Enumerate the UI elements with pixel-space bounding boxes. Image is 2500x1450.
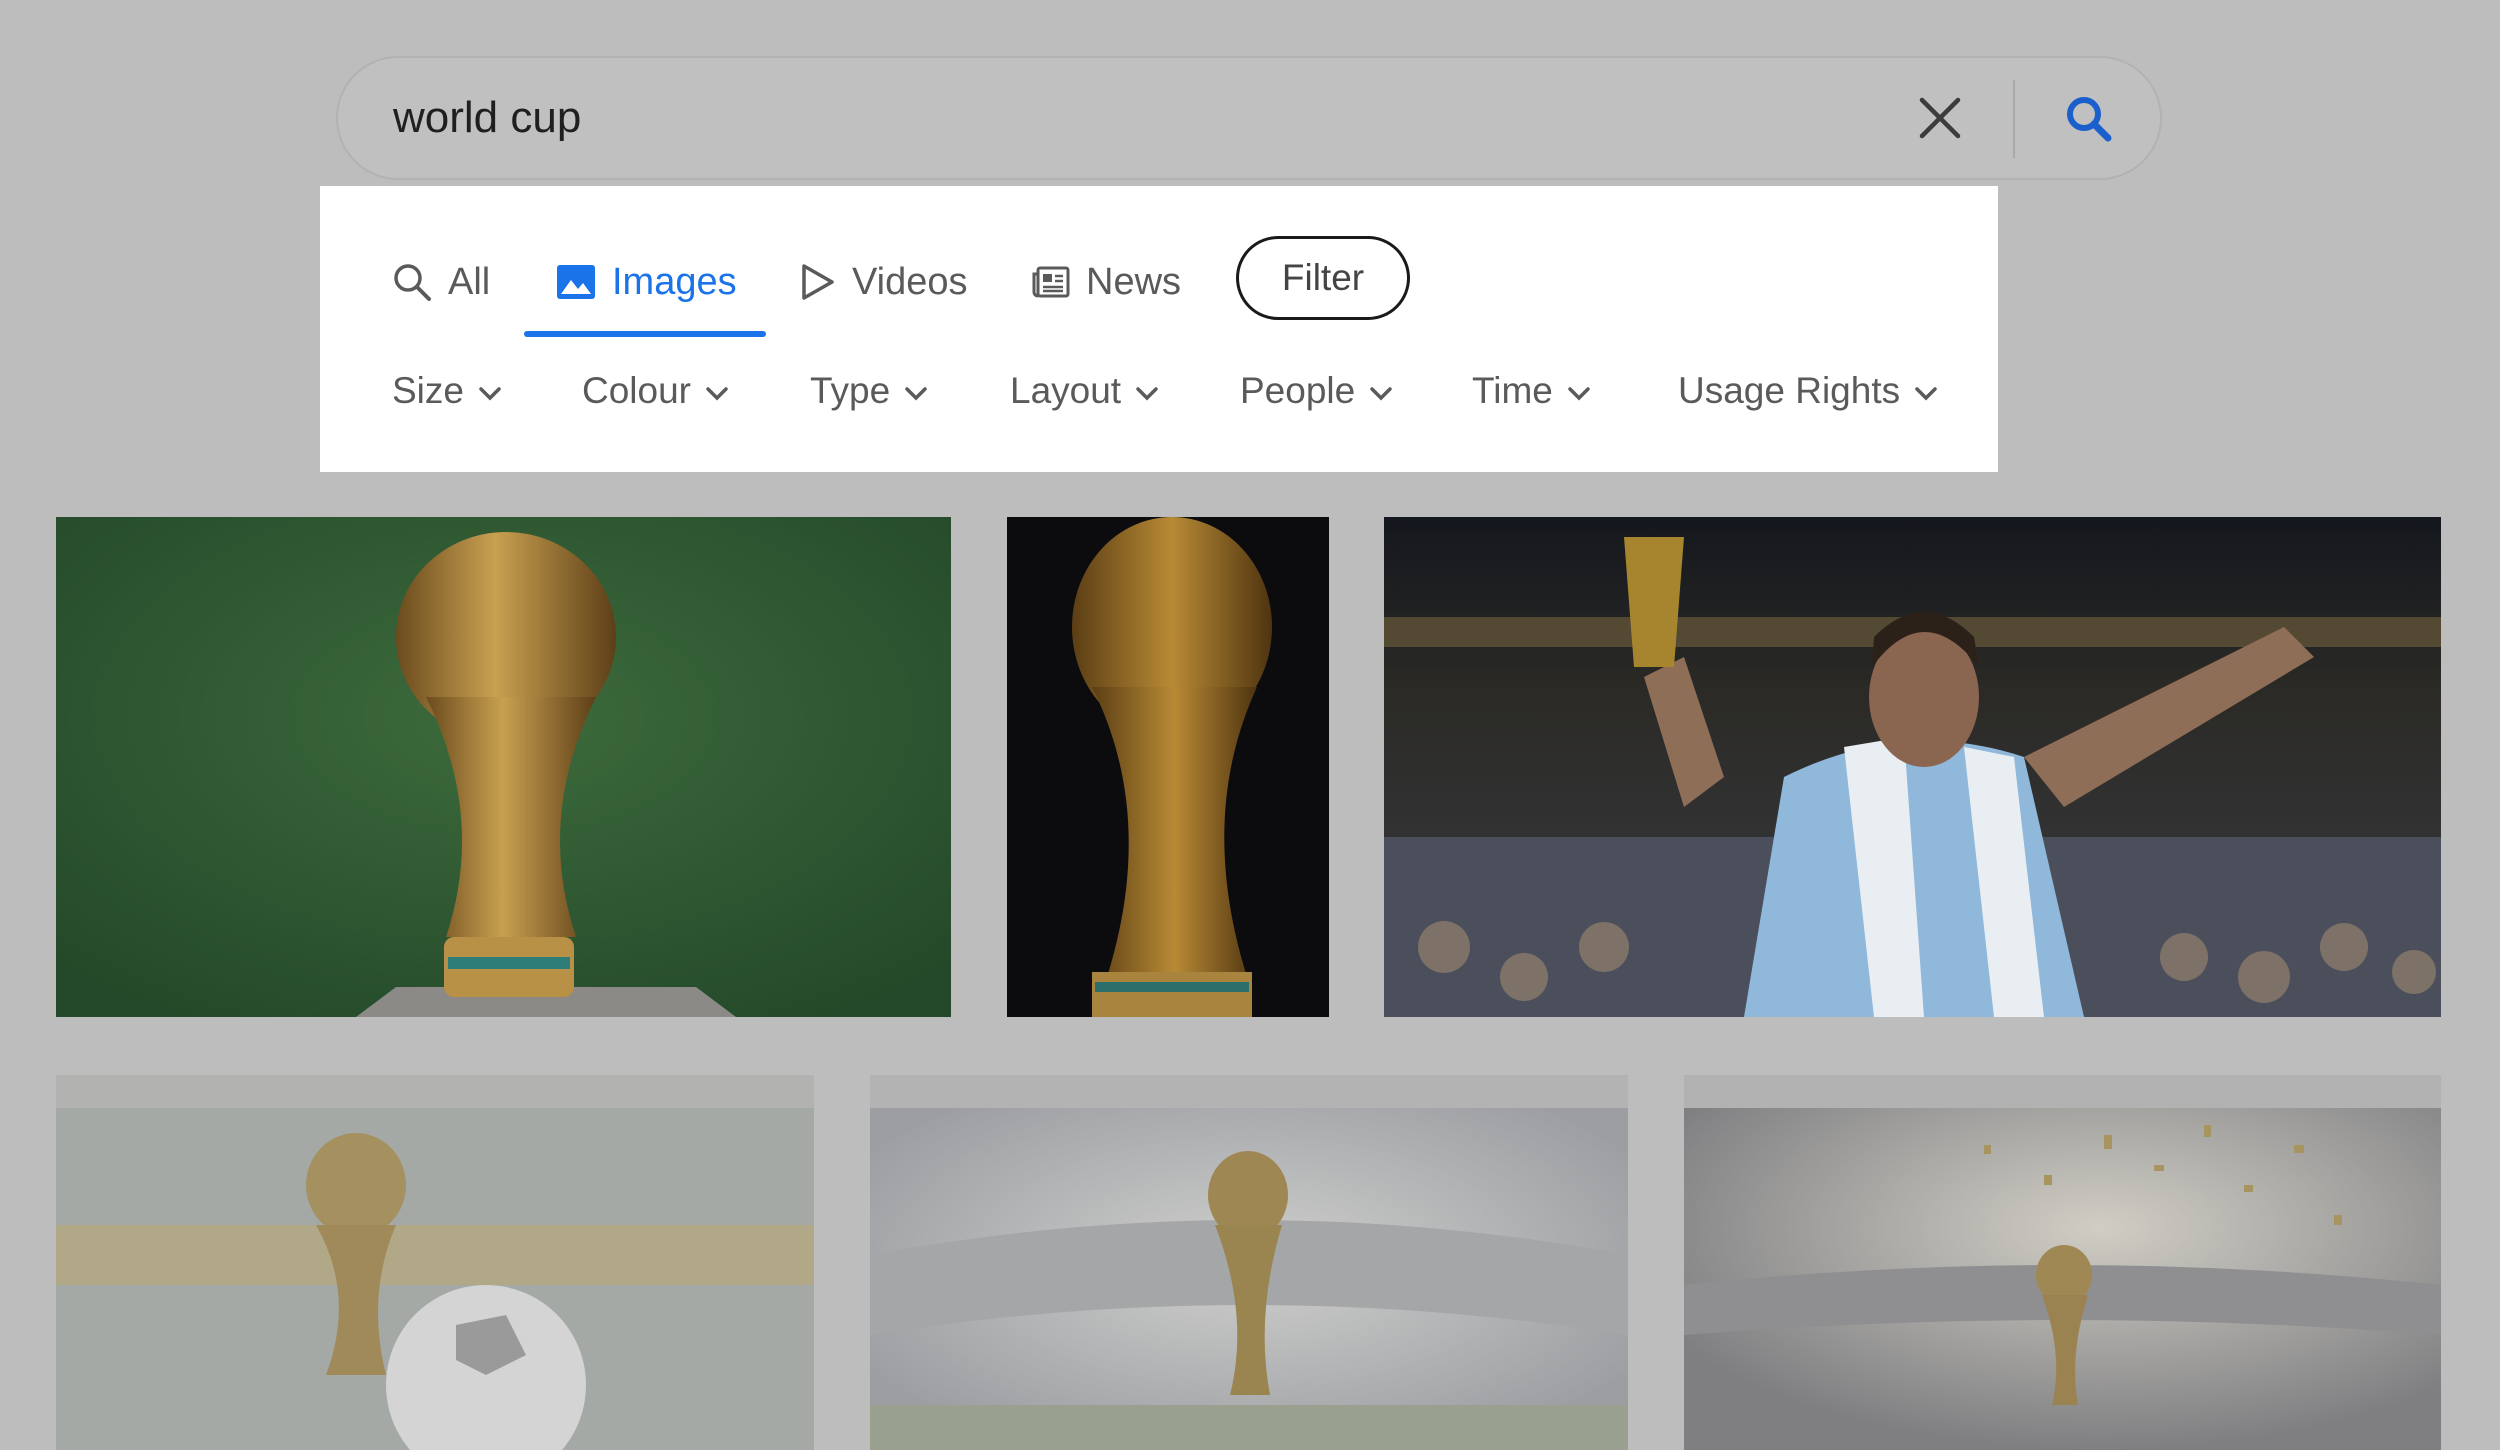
- search-input[interactable]: world cup: [393, 58, 581, 178]
- trophy-image: [56, 517, 951, 1017]
- colour-dropdown[interactable]: Colour: [582, 361, 729, 421]
- trophy-ball-image: [56, 1075, 814, 1450]
- tab-videos[interactable]: Videos: [800, 246, 968, 318]
- active-tab-indicator: [524, 331, 766, 337]
- chevron-down-icon: [1568, 387, 1590, 401]
- tab-videos-label: Videos: [852, 260, 968, 303]
- search-options-panel: All Images Videos News Filter Size Colou…: [320, 186, 1998, 472]
- type-dropdown-label: Type: [810, 370, 891, 411]
- chevron-down-icon: [1370, 387, 1392, 401]
- search-icon[interactable]: [2064, 94, 2114, 144]
- trophy-stadium-image: [870, 1075, 1628, 1450]
- tab-images-label: Images: [612, 260, 737, 303]
- close-icon[interactable]: [1918, 96, 1962, 140]
- usage-rights-dropdown-label: Usage Rights: [1678, 370, 1901, 411]
- image-icon: [557, 265, 595, 299]
- size-dropdown-label: Size: [392, 370, 464, 411]
- layout-dropdown-label: Layout: [1010, 370, 1122, 411]
- tab-news[interactable]: News: [1032, 246, 1181, 318]
- chevron-down-icon: [1915, 387, 1937, 401]
- people-dropdown-label: People: [1240, 370, 1356, 411]
- chevron-down-icon: [706, 387, 728, 401]
- layout-dropdown[interactable]: Layout: [1010, 361, 1159, 421]
- image-result-trophy-stadium[interactable]: [870, 1075, 1628, 1450]
- tab-all-label: All: [448, 260, 491, 303]
- tab-images[interactable]: Images: [556, 246, 737, 318]
- search-bar[interactable]: world cup: [336, 56, 2162, 180]
- search-icon: [394, 264, 431, 301]
- size-dropdown[interactable]: Size: [392, 361, 502, 421]
- chevron-down-icon: [905, 387, 927, 401]
- image-result-trophy-ball[interactable]: [56, 1075, 814, 1450]
- image-result-player-celebration[interactable]: [1384, 517, 2441, 1017]
- image-result-trophy-confetti[interactable]: [1684, 1075, 2441, 1450]
- image-result-trophy-green[interactable]: [56, 517, 951, 1017]
- image-result-trophy-black[interactable]: [1007, 517, 1329, 1017]
- time-dropdown[interactable]: Time: [1472, 361, 1591, 421]
- people-dropdown[interactable]: People: [1240, 361, 1393, 421]
- chevron-down-icon: [479, 387, 501, 401]
- filter-button[interactable]: Filter: [1236, 236, 1410, 320]
- tab-news-label: News: [1086, 260, 1182, 303]
- trophy-confetti-image: [1684, 1075, 2441, 1450]
- search-bar-divider: [2013, 80, 2015, 158]
- celebration-image: [1384, 517, 2441, 1017]
- news-icon: [1032, 266, 1070, 298]
- usage-rights-dropdown[interactable]: Usage Rights: [1678, 361, 1938, 421]
- chevron-down-icon: [1136, 387, 1158, 401]
- type-dropdown[interactable]: Type: [810, 361, 928, 421]
- trophy-image: [1007, 517, 1329, 1017]
- colour-dropdown-label: Colour: [582, 370, 691, 411]
- play-icon: [802, 264, 834, 300]
- tab-all[interactable]: All: [392, 246, 490, 318]
- time-dropdown-label: Time: [1472, 370, 1553, 411]
